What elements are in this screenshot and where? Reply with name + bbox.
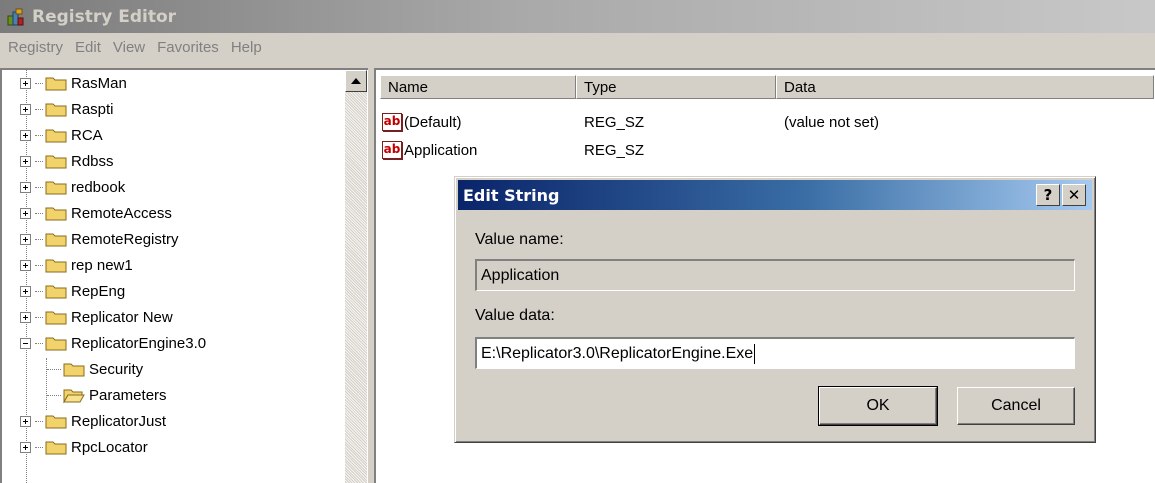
folder-icon — [45, 311, 67, 325]
column-header-type[interactable]: Type — [576, 75, 776, 99]
value-data-label: Value data: — [475, 307, 555, 324]
folder-icon — [45, 129, 67, 143]
folder-icon — [45, 155, 67, 169]
column-header-data[interactable]: Data — [776, 75, 1154, 99]
tree-item-label: redbook — [71, 178, 126, 196]
tree-item-label: RasMan — [71, 74, 127, 92]
tree-item-remoteaccess[interactable]: RemoteAccess — [20, 200, 172, 226]
expand-icon[interactable] — [20, 285, 31, 297]
key-tree-pane[interactable]: RasMan Raspti RCA Rdbss redbook RemoteAc… — [0, 68, 368, 483]
tree-item-rca[interactable]: RCA — [20, 122, 103, 148]
folder-icon — [45, 233, 67, 247]
registry-editor-icon — [7, 8, 24, 25]
value-type: REG_SZ — [584, 141, 645, 159]
tree-item-replicatorjust[interactable]: ReplicatorJust — [20, 408, 166, 434]
expand-icon[interactable] — [20, 155, 31, 167]
tree-item-rdbss[interactable]: Rdbss — [20, 148, 114, 174]
ok-button[interactable]: OK — [818, 386, 938, 426]
tree-item-remoteregistry[interactable]: RemoteRegistry — [20, 226, 179, 252]
expand-icon[interactable] — [20, 233, 31, 245]
menu-bar: Registry Edit View Favorites Help — [0, 33, 1155, 61]
value-row-application[interactable]: ab Application — [382, 138, 477, 162]
folder-icon — [45, 415, 67, 429]
tree-item-rpclocator[interactable]: RpcLocator — [20, 434, 148, 460]
folder-icon — [45, 103, 67, 117]
collapse-icon[interactable] — [20, 337, 31, 349]
cancel-button[interactable]: Cancel — [957, 387, 1075, 425]
folder-icon — [45, 207, 67, 221]
tree-item-label: Security — [89, 360, 144, 378]
folder-icon — [45, 337, 67, 351]
tree-item-label: Parameters — [89, 386, 167, 404]
value-name-label: Value name: — [475, 231, 564, 248]
folder-icon — [45, 77, 67, 91]
tree-scrollbar[interactable] — [345, 70, 367, 483]
expand-icon[interactable] — [20, 441, 31, 453]
folder-icon — [45, 181, 67, 195]
value-data-text: E:\Replicator3.0\ReplicatorEngine.Exe — [481, 344, 754, 362]
menu-favorites[interactable]: Favorites — [151, 39, 225, 56]
tree-item-redbook[interactable]: redbook — [20, 174, 125, 200]
expand-icon[interactable] — [20, 129, 31, 141]
value-data: (value not set) — [784, 113, 880, 131]
scroll-up-button[interactable] — [345, 70, 367, 92]
tree-item-rasman[interactable]: RasMan — [20, 70, 127, 96]
value-row-default[interactable]: ab (Default) — [382, 110, 462, 134]
text-caret — [754, 343, 756, 364]
close-button[interactable]: ✕ — [1062, 184, 1086, 206]
open-folder-icon — [63, 389, 85, 403]
tree-item-label: ReplicatorJust — [71, 412, 167, 430]
dialog-title: Edit String — [463, 185, 560, 205]
tree-item-label: RepEng — [71, 282, 126, 300]
tree-item-repeng[interactable]: RepEng — [20, 278, 125, 304]
value-name: Application — [404, 141, 478, 159]
expand-icon[interactable] — [20, 181, 31, 193]
folder-icon — [63, 363, 85, 377]
edit-string-dialog: Edit String ? ✕ Value name: Application … — [454, 176, 1096, 443]
value-name: (Default) — [404, 113, 462, 131]
tree-item-label: Rdbss — [71, 152, 114, 170]
value-name-text: Application — [481, 266, 560, 284]
folder-icon — [45, 259, 67, 273]
tree-item-security[interactable]: Security — [47, 356, 143, 382]
string-value-icon: ab — [382, 141, 402, 159]
tree-item-label: RpcLocator — [71, 438, 148, 456]
up-arrow-icon — [351, 78, 361, 84]
expand-icon[interactable] — [20, 259, 31, 271]
folder-icon — [45, 285, 67, 299]
expand-icon[interactable] — [20, 311, 31, 323]
expand-icon[interactable] — [20, 415, 31, 427]
menu-help[interactable]: Help — [225, 39, 268, 56]
value-type: REG_SZ — [584, 113, 645, 131]
menu-edit[interactable]: Edit — [69, 39, 107, 56]
tree-item-label: Raspti — [71, 100, 114, 118]
expand-icon[interactable] — [20, 77, 31, 89]
value-name-field: Application — [475, 259, 1075, 291]
tree-item-replicator-new[interactable]: Replicator New — [20, 304, 173, 330]
window-titlebar[interactable]: Registry Editor — [0, 0, 1155, 33]
tree-item-label: RemoteAccess — [71, 204, 172, 222]
tree-item-raspti[interactable]: Raspti — [20, 96, 114, 122]
tree-item-parameters[interactable]: Parameters — [47, 382, 167, 408]
window-title: Registry Editor — [32, 6, 177, 27]
dialog-titlebar[interactable]: Edit String ? ✕ — [458, 180, 1092, 210]
tree-item-label: RemoteRegistry — [71, 230, 179, 248]
menu-registry[interactable]: Registry — [2, 39, 69, 56]
string-value-icon: ab — [382, 113, 402, 131]
tree-item-label: RCA — [71, 126, 103, 144]
expand-icon[interactable] — [20, 103, 31, 115]
tree-item-label: rep new1 — [71, 256, 133, 274]
expand-icon[interactable] — [20, 207, 31, 219]
value-data-input[interactable]: E:\Replicator3.0\ReplicatorEngine.Exe — [475, 337, 1075, 369]
help-button[interactable]: ? — [1036, 184, 1060, 206]
menu-view[interactable]: View — [107, 39, 151, 56]
tree-item-rep-new1[interactable]: rep new1 — [20, 252, 133, 278]
tree-item-replicatorengine[interactable]: ReplicatorEngine3.0 — [20, 330, 206, 356]
column-header-name[interactable]: Name — [380, 75, 576, 99]
tree-item-label: Replicator New — [71, 308, 173, 326]
folder-icon — [45, 441, 67, 455]
tree-item-label: ReplicatorEngine3.0 — [71, 334, 207, 352]
